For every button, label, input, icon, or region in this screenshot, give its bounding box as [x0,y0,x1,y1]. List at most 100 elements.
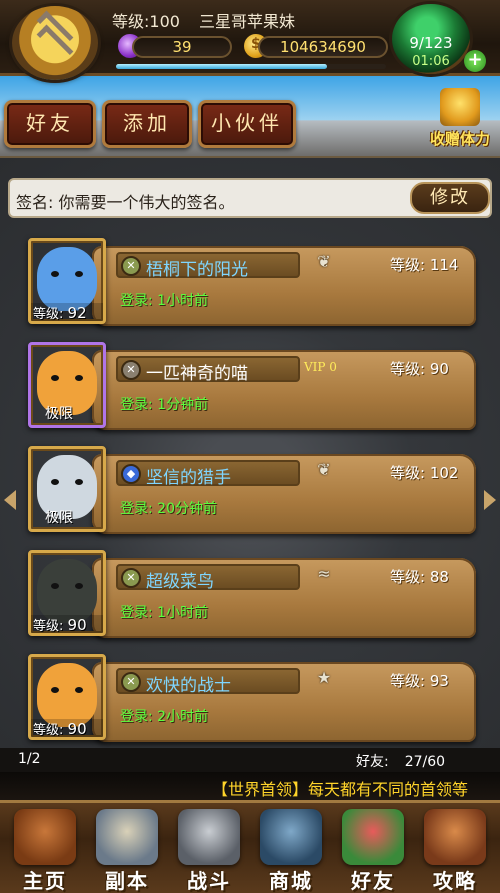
avatar-level: 等级: 90 [31,719,103,737]
avatar-eye [75,687,83,693]
avatar-eye [51,375,59,381]
avatar-eye [75,375,83,381]
friend-level: 等级: 102 [390,464,459,482]
friend-avatar[interactable]: 等级: 90 [28,550,106,636]
collect-energy-label: 收赠体力 [429,130,490,148]
avatar-limit-label: 极限 [45,406,73,422]
friend-name-box: ✕ 梧桐下的阳光 [116,252,300,280]
class-icon: ✕ [121,568,141,588]
wings-icon: ❦ [317,460,331,479]
avatar-eye [51,271,59,277]
avatar-eye [75,479,83,485]
avatar-level-number: 90 [67,616,87,634]
collect-energy-button[interactable]: 收赠体力 [420,88,500,152]
friends-icon [342,809,404,865]
nav-home-label: 主页 [23,869,67,893]
avatar-level: 等级: 90 [31,615,103,633]
friend-avatar[interactable]: 等级: 92 [28,238,106,324]
friend-name: 欢快的战士 [146,676,231,696]
class-icon: ✕ [121,672,141,692]
friend-last-login: 登录: 1小时前 [120,293,209,309]
avatar-level: 等级: 92 [31,303,103,321]
avatar-level-label: 等级: [33,307,64,322]
dungeon-skull-icon [96,809,158,865]
add-energy-button[interactable]: + [464,50,486,72]
friends-panel: 签名: 你需要一个伟大的签名。 修改 等级: 92 ✕ 梧桐下的阳光 ❦ 等级: 114… [0,156,500,748]
friend-name-box: ✕ 超级菜鸟 [116,564,300,592]
avatar-eye [51,583,59,589]
avatar-level-label: 等级: [33,619,64,634]
friend-last-login: 登录: 1分钟前 [120,397,209,413]
friend-avatar[interactable]: 极限 [28,342,106,428]
class-icon: ◆ [121,464,141,484]
avatar-limit-label: 极限 [45,510,73,526]
friend-level: 等级: 114 [390,256,459,274]
friend-name-box: ✕ 一匹神奇的喵 [116,356,300,384]
gift-box-icon [440,88,480,126]
friend-avatar[interactable]: 极限 [28,446,106,532]
avatar-eye [51,687,59,693]
friend-name-box: ◆ 坚信的猎手 [116,460,300,488]
nav-home[interactable]: 主页 [4,807,86,893]
player-info: 等级:100 三星哥苹果妹 [112,8,309,32]
star-rank-icon: ★ [316,668,332,687]
tab-friends[interactable]: 好友 [4,100,96,148]
nav-battle-label: 战斗 [187,869,231,893]
avatar-face [37,247,97,311]
friend-count-label: 好友: [356,754,389,770]
friend-row[interactable]: 等级: 92 ✕ 梧桐下的阳光 ❦ 等级: 114 登录: 1小时前 [22,238,476,334]
announcement-text: 【世界首领】每天都有不同的首领等 [212,780,469,799]
list-footer: 1/2 好友: 27/60 [0,748,500,772]
nav-guide[interactable]: 攻略 [414,807,496,893]
player-name: 三星哥苹果妹 [199,12,296,31]
home-icon [14,809,76,865]
friend-row[interactable]: 极限 ✕ 一匹神奇的喵 VIP 0 等级: 90 登录: 1分钟前 [22,342,476,438]
nav-friends[interactable]: 好友 [332,807,414,893]
tab-add[interactable]: 添加 [102,100,192,148]
vip-badge: VIP 0 [304,360,337,374]
page-indicator: 1/2 [18,751,41,767]
nav-guide-label: 攻略 [433,869,477,893]
nav-shop-label: 商城 [269,869,313,893]
nav-shop[interactable]: 商城 [250,807,332,893]
page-right-arrow-icon[interactable] [484,490,496,510]
friend-count-value: 27/60 [404,754,446,770]
friend-row[interactable]: 等级: 90 ✕ 欢快的战士 ★ 等级: 93 登录: 2小时前 [22,654,476,750]
player-level: 等级:100 [112,12,180,31]
class-icon: ✕ [121,256,141,276]
avatar-eye [51,479,59,485]
avatar-eye [75,271,83,277]
avatar-face [37,663,97,727]
nav-dungeon[interactable]: 副本 [86,807,168,893]
friend-level: 等级: 90 [390,360,449,378]
bottom-nav: 主页 副本 战斗 商城 好友 攻略 [0,800,500,893]
page-left-arrow-icon[interactable] [4,490,16,510]
friend-name: 一匹神奇的喵 [146,364,248,384]
energy-counter: 9/123 [409,34,453,52]
avatar-face [37,559,97,623]
tab-partners[interactable]: 小伙伴 [198,100,296,148]
signature-text: 签名: 你需要一个伟大的签名。 [16,193,235,212]
gold-counter: 104634690 [258,36,388,58]
signature-bar: 签名: 你需要一个伟大的签名。 修改 [8,178,492,218]
friend-row[interactable]: 等级: 90 ✕ 超级菜鸟 ≈ 等级: 88 登录: 1小时前 [22,550,476,646]
battle-sword-icon [178,809,240,865]
nav-battle[interactable]: 战斗 [168,807,250,893]
friend-avatar[interactable]: 等级: 90 [28,654,106,740]
energy-timer: 01:06 [412,54,450,69]
friend-level: 等级: 93 [390,672,449,690]
shop-monster-icon [260,809,322,865]
class-icon: ✕ [121,360,141,380]
edit-signature-button[interactable]: 修改 [410,182,490,214]
friend-last-login: 登录: 20分钟前 [120,501,217,517]
rank-medal-icon[interactable] [12,6,98,80]
guide-book-icon [424,809,486,865]
avatar-level-number: 90 [67,720,87,738]
experience-fill [116,64,327,69]
friend-name-box: ✕ 欢快的战士 [116,668,300,696]
announcement-marquee: 【世界首领】每天都有不同的首领等 [0,772,500,800]
nav-friends-label: 好友 [351,869,395,893]
avatar-eye [75,583,83,589]
friend-row[interactable]: 极限 ◆ 坚信的猎手 ❦ 等级: 102 登录: 20分钟前 [22,446,476,542]
nav-dungeon-label: 副本 [105,869,149,893]
